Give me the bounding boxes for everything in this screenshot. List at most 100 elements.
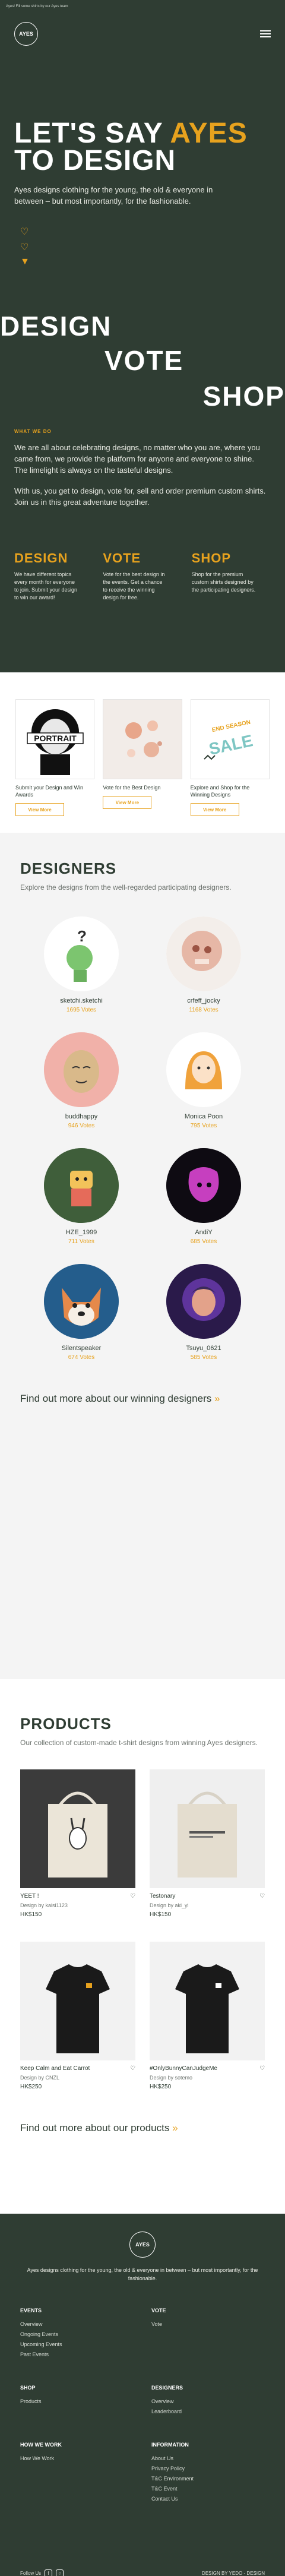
heart-outline-icon[interactable]: ♡	[130, 2065, 135, 2072]
product-name: #OnlyBunnyCanJudgeMe	[150, 2065, 217, 2072]
designer-avatar[interactable]	[44, 1148, 119, 1223]
heart-outline-icon[interactable]: ♡	[259, 2065, 265, 2072]
footer-brand: AYES Ayes designs clothing for the young…	[20, 2232, 265, 2283]
instagram-icon[interactable]: ○	[56, 2569, 64, 2576]
designer-card[interactable]: Monica Poon 795 Votes	[142, 1032, 265, 1129]
product-price: HK$150	[150, 1911, 172, 1918]
feature-design: DESIGN We have different topics every mon…	[14, 551, 93, 602]
footer-link[interactable]: About Us	[151, 2454, 265, 2464]
footer-column-designers: DESIGNERS Overview Leaderboard	[151, 2385, 265, 2417]
footer-link[interactable]: How We Work	[20, 2454, 134, 2464]
footer-link[interactable]: Overview	[151, 2397, 265, 2407]
promo-card-title: Submit your Design and Win Awards	[15, 785, 84, 798]
view-more-button[interactable]: View More	[190, 803, 239, 816]
footer-link[interactable]: Upcoming Events	[20, 2340, 134, 2350]
designer-votes: 946 Votes	[68, 1123, 95, 1129]
designer-card[interactable]: HZE_1999 711 Votes	[20, 1148, 142, 1245]
product-card[interactable]: #OnlyBunnyCanJudgeMe ♡ Design by sotemo H…	[150, 1942, 265, 2090]
feature-title: VOTE	[103, 551, 141, 565]
promo-image-vote[interactable]	[103, 699, 182, 779]
designer-card[interactable]: Tsuyu_0621 585 Votes	[142, 1264, 265, 1361]
hero-title: LET'S SAY AYES TO DESIGN	[14, 119, 271, 176]
product-image-tote[interactable]	[20, 1769, 135, 1888]
feature-title: SHOP	[191, 551, 232, 565]
designer-avatar[interactable]	[166, 1264, 241, 1339]
footer-column-how-we-work: HOW WE WORK How We Work	[20, 2442, 134, 2504]
designer-avatar[interactable]	[44, 1032, 119, 1107]
designer-card[interactable]: buddhappy 946 Votes	[20, 1032, 142, 1129]
promo-card-title: Vote for the Best Design	[103, 785, 161, 791]
designer-avatar[interactable]: ?	[44, 916, 119, 991]
designer-avatar[interactable]	[166, 916, 241, 991]
designer-avatar[interactable]	[166, 1148, 241, 1223]
what-we-do-paragraph: With us, you get to design, vote for, se…	[14, 486, 266, 507]
product-image-shirt[interactable]	[20, 1942, 135, 2060]
menu-icon[interactable]	[260, 30, 271, 37]
product-card[interactable]: Keep Calm and Eat Carrot ♡ Design by CNZL…	[20, 1942, 135, 2090]
heart-outline-icon[interactable]: ♡	[259, 1893, 265, 1899]
product-price: HK$150	[20, 1911, 42, 1918]
product-title-row: #OnlyBunnyCanJudgeMe ♡	[150, 2065, 265, 2072]
designer-name: Silentspeaker	[61, 1345, 102, 1352]
heart-outline-icon[interactable]: ♡	[130, 1893, 135, 1899]
product-designer: Design by CNZL	[20, 2075, 60, 2081]
feature-shop: SHOP Shop for the premium custom shirts d…	[192, 551, 271, 602]
logo-text: AYES	[19, 31, 33, 37]
product-card[interactable]: YEET ! ♡ Design by kaisi1123 HK$150	[20, 1769, 135, 1918]
hero-title-part2: TO DESIGN	[14, 145, 176, 176]
footer-link[interactable]: Leaderboard	[151, 2407, 265, 2417]
footer-link[interactable]: Ongoing Events	[20, 2330, 134, 2340]
hero-subtitle: Ayes designs clothing for the young, the…	[14, 185, 213, 206]
footer-link[interactable]: T&C Event	[151, 2484, 265, 2494]
site-logo[interactable]: AYES	[14, 22, 38, 46]
what-we-do-paragraph: We are all about celebrating designs, no…	[14, 443, 260, 475]
product-image-tote[interactable]	[150, 1769, 265, 1888]
design-credit: DESIGN BY YEDO - DESIGN	[202, 2571, 265, 2576]
footer-link[interactable]: Contact Us	[151, 2494, 265, 2504]
find-more-designers-link[interactable]: Find out more about our winning designer…	[20, 1393, 265, 1405]
designer-card[interactable]: Silentspeaker 674 Votes	[20, 1264, 142, 1361]
footer: AYES Ayes designs clothing for the young…	[0, 2214, 285, 2576]
footer-column-title: INFORMATION	[151, 2442, 189, 2448]
promo-card: END SEASON SALE Explore and Shop for the…	[190, 699, 270, 816]
footer-column-events: EVENTS Overview Ongoing Events Upcoming …	[20, 2308, 134, 2360]
designer-avatar[interactable]	[44, 1264, 119, 1339]
designer-avatar[interactable]	[166, 1032, 241, 1107]
footer-link[interactable]: Vote	[151, 2319, 265, 2330]
designer-card[interactable]: ? sketchi.sketchi 1695 Votes	[20, 916, 142, 1013]
designer-votes: 674 Votes	[68, 1354, 95, 1361]
svg-text:?: ?	[77, 927, 87, 945]
big-word-design: DESIGN	[0, 311, 112, 342]
feature-text: Vote for the best design in the events. …	[103, 571, 165, 600]
heart-outline-icon: ♡	[20, 242, 29, 252]
promo-card: Vote for the Best Design View More	[103, 699, 182, 809]
navbar: AYES	[14, 13, 271, 55]
feature-text: Shop for the premium custom shirts desig…	[191, 571, 256, 593]
view-more-button[interactable]: View More	[15, 803, 64, 816]
promo-image-portrait[interactable]: PORTRAIT	[15, 699, 95, 779]
footer-link[interactable]: T&C Environment	[151, 2474, 265, 2484]
view-more-button[interactable]: View More	[103, 796, 152, 809]
promo-cards: PORTRAIT Submit your Design and Win Awar…	[0, 672, 285, 833]
announcement-text: Ayes! Fill some shirts by our Ayes team	[6, 5, 68, 8]
footer-logo-text: AYES	[135, 2242, 150, 2248]
designer-card[interactable]: crfeff_jocky 1168 Votes	[142, 916, 265, 1013]
designer-card[interactable]: AndiY 685 Votes	[142, 1148, 265, 1245]
footer-link[interactable]: Overview	[20, 2319, 134, 2330]
double-chevron-right-icon: »	[172, 2122, 178, 2134]
footer-bottom: Follow Us f ○ DESIGN BY YEDO - DESIGN	[20, 2569, 265, 2576]
footer-column-title: EVENTS	[20, 2308, 42, 2313]
find-more-products-link[interactable]: Find out more about our products »	[20, 2122, 265, 2134]
footer-link[interactable]: Products	[20, 2397, 134, 2407]
facebook-icon[interactable]: f	[45, 2569, 53, 2576]
footer-links: EVENTS Overview Ongoing Events Upcoming …	[20, 2308, 265, 2504]
promo-image-sale[interactable]: END SEASON SALE	[190, 699, 270, 779]
footer-link[interactable]: Past Events	[20, 2350, 134, 2360]
footer-column-shop: SHOP Products	[20, 2385, 134, 2417]
find-more-designers-text: Find out more about our winning designer…	[20, 1393, 212, 1404]
footer-link[interactable]: Privacy Policy	[151, 2464, 265, 2474]
designer-name: AndiY	[195, 1229, 213, 1236]
product-card[interactable]: Testonary ♡ Design by aki_yi HK$150	[150, 1769, 265, 1918]
footer-logo[interactable]: AYES	[129, 2232, 156, 2258]
product-image-shirt[interactable]	[150, 1942, 265, 2060]
